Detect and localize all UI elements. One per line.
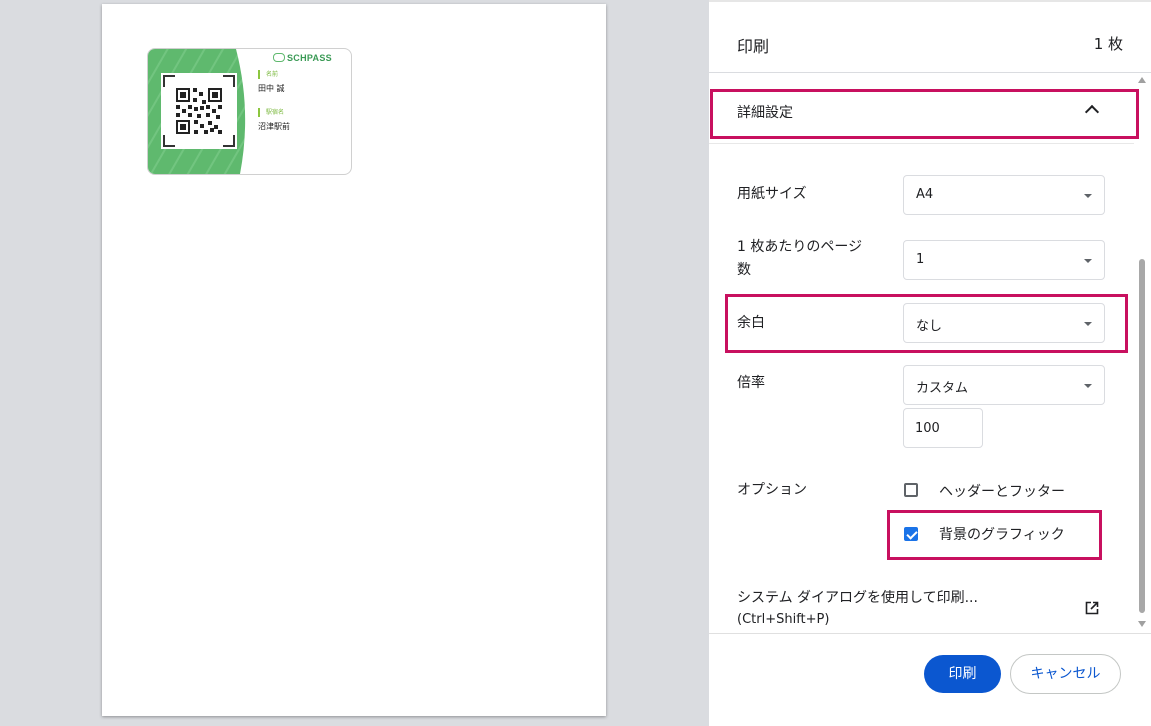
panel-header: 印刷 1 枚 (709, 0, 1151, 73)
scale-custom-value: 100 (915, 421, 940, 436)
brand-mark-icon (273, 53, 285, 62)
scroll-up-arrow-icon[interactable] (1138, 77, 1146, 83)
scale-label: 倍率 (737, 375, 765, 391)
dropdown-arrow-icon (1084, 194, 1092, 198)
panel-title: 印刷 (737, 37, 770, 56)
paper-size-value: A4 (916, 187, 934, 202)
open-in-new-icon[interactable] (1085, 601, 1099, 615)
card-name-value: 田中 誠 (258, 84, 285, 93)
system-dialog-shortcut: (Ctrl+Shift+P) (737, 612, 830, 627)
pages-per-sheet-label-line2: 数 (737, 262, 751, 278)
cancel-button[interactable]: キャンセル (1010, 654, 1121, 694)
headers-footers-checkbox[interactable] (904, 483, 918, 497)
margins-label: 余白 (737, 315, 765, 331)
print-preview-area: SCHPASS 名前 田中 誠 駅宿名 沼津駅前 (0, 0, 709, 725)
advanced-settings-label: 詳細設定 (737, 105, 793, 121)
qr-code (161, 73, 237, 149)
margins-value: なし (916, 319, 943, 334)
pages-per-sheet-value: 1 (916, 252, 925, 267)
card-station-value: 沼津駅前 (258, 122, 290, 131)
pages-per-sheet-select[interactable]: 1 (903, 240, 1105, 280)
margins-select[interactable]: なし (903, 303, 1105, 343)
panel-scrollbar[interactable] (1134, 73, 1150, 633)
scale-select[interactable]: カスタム (903, 365, 1105, 405)
settings-scroll-area[interactable]: 詳細設定 用紙サイズ A4 1 枚あたりのページ 数 1 余白 なし 倍率 カス… (709, 73, 1151, 633)
scale-custom-input[interactable]: 100 (903, 408, 983, 448)
scale-value: カスタム (916, 381, 969, 396)
scrollbar-thumb[interactable] (1139, 259, 1145, 613)
dropdown-arrow-icon (1084, 384, 1092, 388)
card-name-label: 名前 (258, 70, 278, 79)
scroll-down-arrow-icon[interactable] (1138, 621, 1146, 627)
pages-per-sheet-label-line1: 1 枚あたりのページ (737, 239, 863, 255)
print-settings-panel: 印刷 1 枚 詳細設定 用紙サイズ A4 1 枚あたりのページ 数 1 余白 な… (709, 0, 1151, 726)
card-brand-logo: SCHPASS (273, 53, 332, 63)
background-graphics-checkbox[interactable] (904, 527, 918, 541)
paper-size-label: 用紙サイズ (737, 186, 807, 202)
panel-footer: 印刷 キャンセル (709, 633, 1151, 726)
print-button[interactable]: 印刷 (924, 655, 1001, 693)
sheet-count: 1 枚 (1093, 35, 1123, 53)
advanced-settings-toggle[interactable]: 詳細設定 (709, 73, 1134, 144)
headers-footers-label[interactable]: ヘッダーとフッター (939, 481, 1065, 501)
pass-card: SCHPASS 名前 田中 誠 駅宿名 沼津駅前 (147, 48, 352, 175)
pages-per-sheet-label: 1 枚あたりのページ 数 (737, 236, 862, 282)
system-dialog-link[interactable]: システム ダイアログを使用して印刷... (737, 587, 978, 607)
preview-page: SCHPASS 名前 田中 誠 駅宿名 沼津駅前 (102, 4, 606, 716)
chevron-up-icon (1084, 104, 1100, 120)
paper-size-select[interactable]: A4 (903, 175, 1105, 215)
dropdown-arrow-icon (1084, 259, 1092, 263)
options-label: オプション (737, 482, 807, 498)
background-graphics-label[interactable]: 背景のグラフィック (939, 524, 1065, 544)
dropdown-arrow-icon (1084, 322, 1092, 326)
card-station-label: 駅宿名 (258, 108, 284, 117)
panel-top-divider (709, 0, 1151, 2)
